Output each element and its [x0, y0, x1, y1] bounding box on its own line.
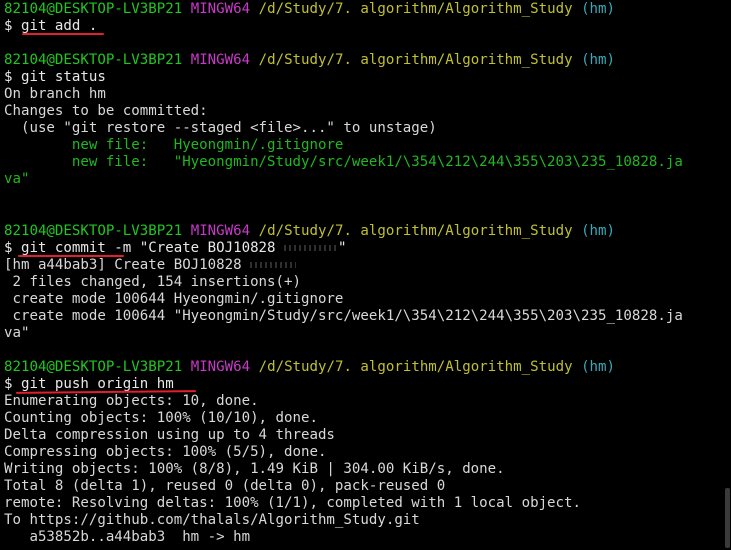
terminal-output: 82104@DESKTOP-LV3BP21 MINGW64 /d/Study/7… — [4, 1, 724, 547]
new-file-label: new file: — [4, 154, 149, 171]
staged-file-line: new file: Hyeongmin/.gitignore — [4, 137, 724, 154]
prompt-user-host: 82104@DESKTOP-LV3BP21 — [4, 1, 183, 17]
output-line: va" — [4, 324, 30, 341]
redacted-text — [250, 261, 297, 268]
output-line: create mode 100644 Hyeongmin/.gitignore — [4, 290, 344, 307]
output-line: On branch hm — [4, 86, 106, 103]
prompt-line: 82104@DESKTOP-LV3BP21 MINGW64 /d/Study/7… — [4, 223, 724, 240]
scrollbar-thumb[interactable] — [725, 488, 730, 548]
prompt-system: MINGW64 — [190, 358, 251, 375]
prompt-system: MINGW64 — [190, 222, 251, 239]
vertical-scrollbar[interactable] — [724, 0, 731, 550]
command-line-git-push: $ git push origin hm — [4, 376, 724, 394]
prompt-line: 82104@DESKTOP-LV3BP21 MINGW64 /d/Study/7… — [4, 1, 724, 18]
output-line: Counting objects: 100% (10/10), done. — [4, 410, 318, 427]
prompt-user-host: 82104@DESKTOP-LV3BP21 — [4, 222, 183, 239]
prompt-user-host: 82104@DESKTOP-LV3BP21 — [4, 52, 183, 69]
prompt-system: MINGW64 — [190, 1, 251, 17]
output-line: (use "git restore --staged <file>..." to… — [4, 120, 437, 137]
command-text: $ git status — [4, 69, 106, 86]
prompt-branch: (hm) — [581, 222, 616, 239]
command-text: $ git commit -m "Create BOJ10828 — [4, 239, 276, 256]
command-line-git-add: $ git add . — [4, 18, 724, 36]
staged-file-path: Hyeongmin/.gitignore — [148, 137, 344, 154]
staged-file-line: new file: "Hyeongmin/Study/src/week1/\35… — [4, 154, 724, 171]
output-line: Changes to be committed: — [4, 103, 208, 120]
command-line-git-commit: $ git commit -m "Create BOJ10828 " — [4, 240, 724, 257]
output-line: remote: Resolving deltas: 100% (1/1), co… — [4, 495, 581, 512]
terminal-window[interactable]: 82104@DESKTOP-LV3BP21 MINGW64 /d/Study/7… — [0, 0, 731, 550]
prompt-branch: (hm) — [581, 358, 616, 375]
prompt-path: /d/Study/7. algorithm/Algorithm_Study — [258, 358, 573, 375]
command-line-git-status: $ git status — [4, 69, 724, 86]
prompt-system: MINGW64 — [190, 52, 251, 69]
prompt-line: 82104@DESKTOP-LV3BP21 MINGW64 /d/Study/7… — [4, 52, 724, 69]
staged-file-line-wrap: va" — [4, 171, 30, 188]
redacted-text — [284, 244, 339, 251]
prompt-branch: (hm) — [581, 52, 616, 69]
output-line: a53852b..a44bab3 hm -> hm — [4, 529, 251, 546]
prompt-path: /d/Study/7. algorithm/Algorithm_Study — [258, 52, 573, 69]
staged-file-path: "Hyeongmin/Study/src/week1/\354\212\244\… — [148, 154, 683, 171]
output-line: Enumerating objects: 10, done. — [4, 393, 259, 410]
output-line: Compressing objects: 100% (5/5), done. — [4, 444, 327, 461]
output-line: To https://github.com/thalals/Algorithm_… — [4, 512, 420, 529]
output-line: Writing objects: 100% (8/8), 1.49 KiB | … — [4, 461, 505, 478]
output-line: Delta compression using up to 4 threads — [4, 427, 335, 444]
output-line: Total 8 (delta 1), reused 0 (delta 0), p… — [4, 478, 446, 495]
output-line: create mode 100644 "Hyeongmin/Study/src/… — [4, 307, 683, 324]
prompt-line: 82104@DESKTOP-LV3BP21 MINGW64 /d/Study/7… — [4, 359, 724, 376]
output-line: [hm a44bab3] Create BOJ10828 — [4, 257, 724, 274]
new-file-label: new file: — [4, 137, 149, 154]
command-text-tail: " — [338, 239, 347, 256]
prompt-path: /d/Study/7. algorithm/Algorithm_Study — [258, 1, 573, 17]
prompt-path: /d/Study/7. algorithm/Algorithm_Study — [258, 222, 573, 239]
output-line: 2 files changed, 154 insertions(+) — [4, 273, 301, 290]
output-text: [hm a44bab3] Create BOJ10828 — [4, 256, 242, 273]
command-text: $ git add . — [4, 18, 98, 35]
prompt-user-host: 82104@DESKTOP-LV3BP21 — [4, 358, 183, 375]
prompt-branch: (hm) — [581, 1, 616, 17]
